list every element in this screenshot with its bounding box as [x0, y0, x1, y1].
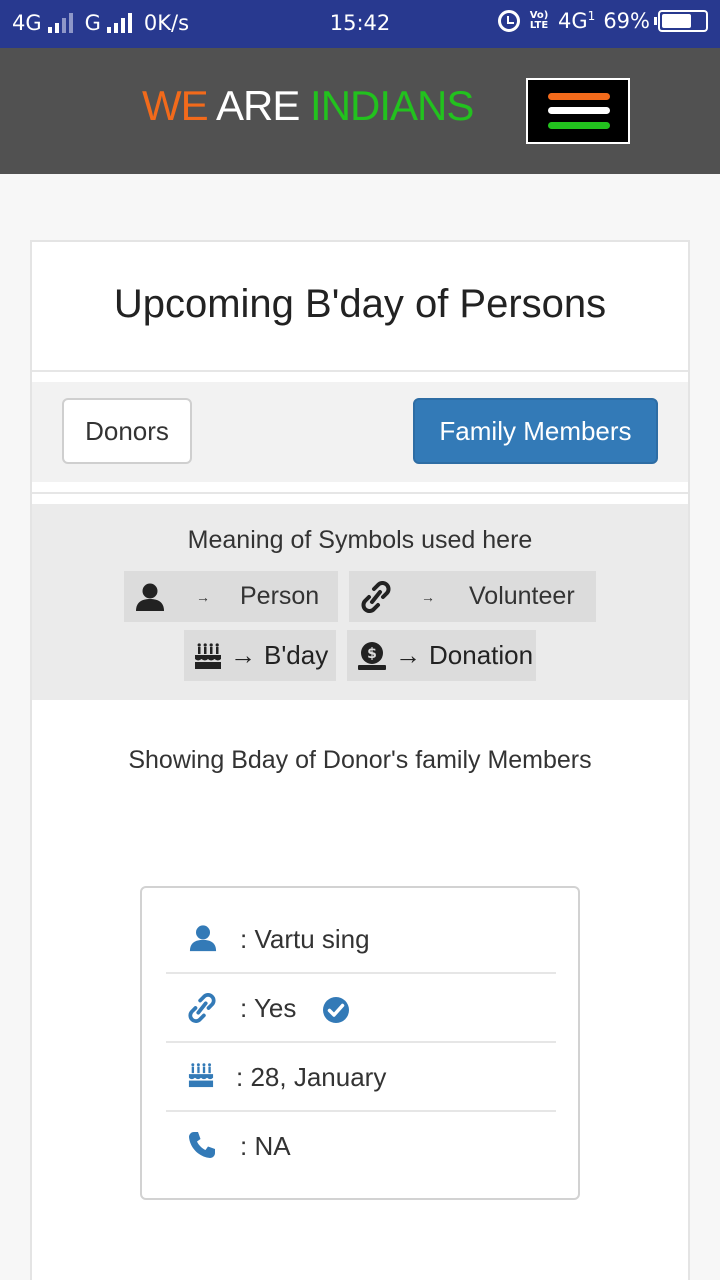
member-phone: : NA	[240, 1131, 291, 1161]
legend-label-person: Person	[240, 582, 320, 610]
battery-percent: 69%	[603, 9, 650, 33]
legend-item-volunteer: → Volunteer	[349, 571, 596, 622]
legend-item-donation: $ → Donation	[347, 630, 536, 681]
brand-logo[interactable]: WE ARE INDIANS	[142, 82, 474, 130]
divider	[32, 492, 688, 494]
brand-word-we: WE	[142, 82, 209, 129]
hamburger-menu-button[interactable]	[526, 78, 630, 144]
birthday-cake-icon	[188, 1063, 214, 1088]
link-icon	[188, 993, 216, 1023]
member-birthday: : 28, January	[236, 1062, 387, 1092]
hamburger-icon-line-white	[548, 107, 610, 114]
status-bar: 4G G 0K/s 15:42 Vo) LTE 4G1 69%	[0, 0, 720, 48]
network-label-4g-2: 4G1	[558, 9, 595, 33]
birthday-cake-icon	[195, 642, 221, 669]
legend-arrow: →	[421, 588, 435, 605]
donors-button[interactable]: Donors	[62, 398, 192, 464]
money-bag-icon: $	[358, 641, 386, 670]
showing-caption: Showing Bday of Donor's family Members	[128, 746, 592, 774]
legend-arrow: →	[395, 640, 421, 670]
person-icon	[136, 583, 164, 611]
legend-arrow: →	[196, 588, 210, 605]
member-phone-row: : NA	[166, 1113, 556, 1181]
svg-text:$: $	[367, 646, 377, 662]
birthday-card: Upcoming B'day of Persons Donors Family …	[30, 240, 690, 1280]
status-right: Vo) LTE 4G1 69%	[498, 9, 708, 33]
legend-arrow: →	[230, 640, 256, 670]
legend-label-bday: B'day	[264, 640, 329, 670]
battery-icon	[654, 10, 708, 32]
filter-tabs: Donors Family Members	[32, 382, 688, 482]
member-volunteer-row: : Yes	[166, 975, 556, 1043]
legend-item-person: → Person	[124, 571, 338, 622]
divider	[32, 370, 688, 372]
member-name-row: : Vartu sing	[166, 906, 556, 974]
check-circle-icon	[322, 997, 349, 1024]
member-birthday-row: : 28, January	[166, 1044, 556, 1112]
sim-number: 1	[587, 9, 596, 23]
legend-label-donation: Donation	[429, 640, 534, 670]
member-name: : Vartu sing	[240, 924, 370, 954]
legend-item-bday: → B'day	[184, 630, 336, 681]
phone-icon	[189, 1132, 215, 1158]
app-header: WE ARE INDIANS	[0, 48, 720, 174]
hamburger-icon-line-saffron	[548, 93, 610, 100]
symbols-legend: Meaning of Symbols used here → Person → …	[32, 504, 688, 700]
family-members-button[interactable]: Family Members	[413, 398, 658, 464]
link-icon	[361, 580, 391, 613]
page-title: Upcoming B'day of Persons	[113, 282, 607, 326]
member-volunteer-value: : Yes	[240, 993, 297, 1023]
brand-word-indians: INDIANS	[310, 82, 474, 129]
member-volunteer: : Yes	[240, 993, 350, 1024]
member-card: : Vartu sing : Yes: 28, January: NA	[140, 886, 580, 1200]
network-type: 4G	[558, 9, 588, 33]
hamburger-icon-line-green	[548, 122, 610, 129]
person-icon	[189, 925, 217, 952]
volte-label: Vo) LTE	[529, 10, 549, 31]
legend-title: Meaning of Symbols used here	[187, 526, 533, 554]
alarm-icon	[498, 10, 521, 32]
brand-word-are: ARE	[216, 82, 300, 129]
legend-label-volunteer: Volunteer	[469, 582, 575, 610]
